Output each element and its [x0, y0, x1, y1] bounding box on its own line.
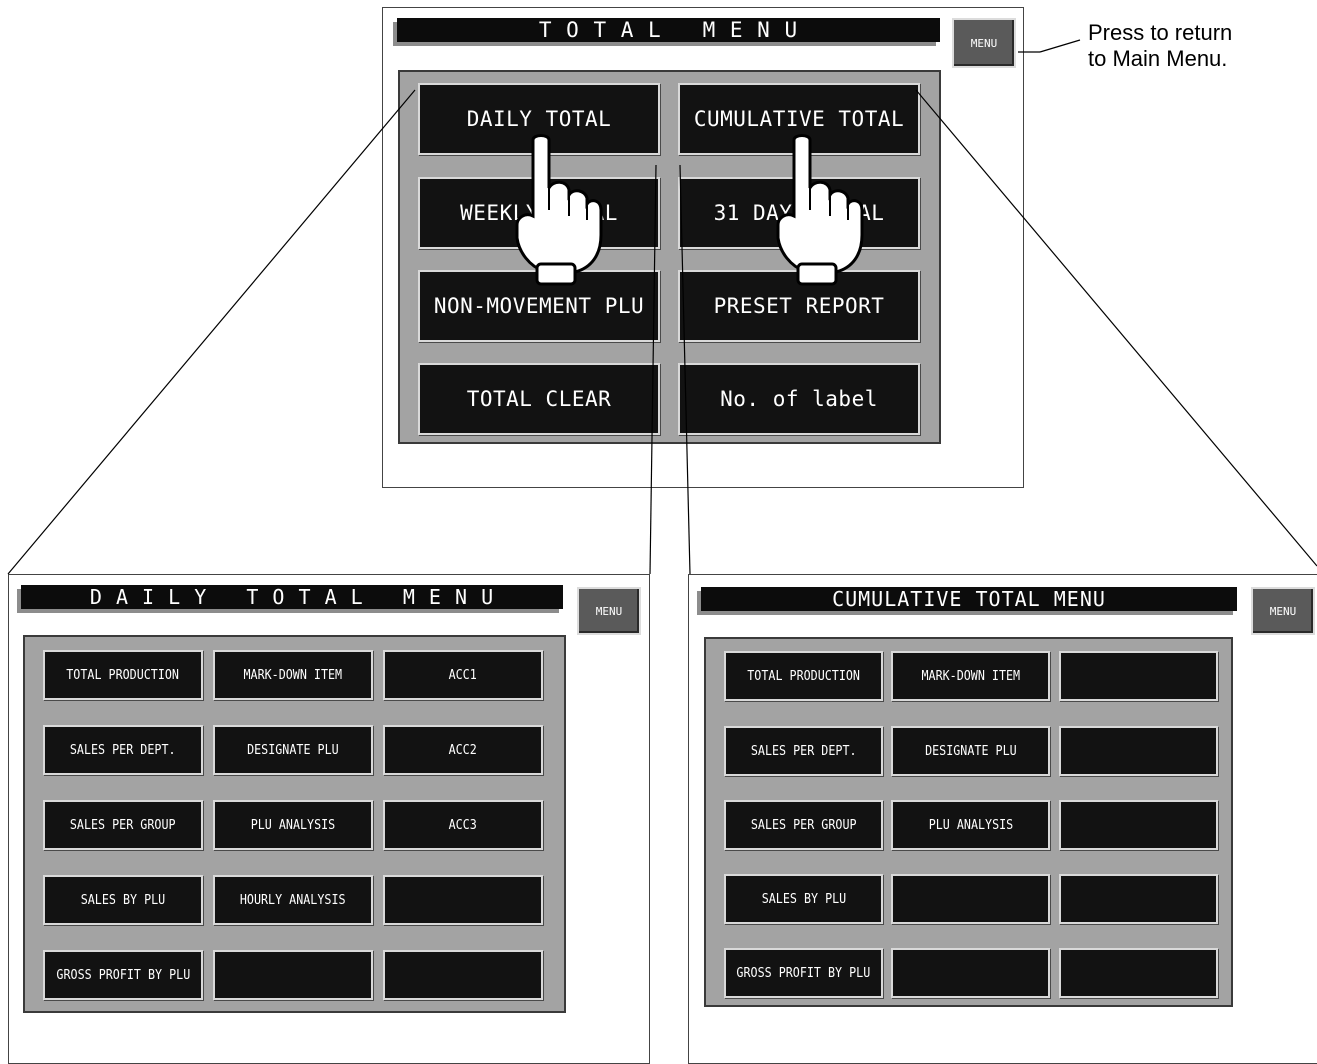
- pointing-hand-icon: [776, 134, 864, 286]
- connector-lines: [7, 39, 1317, 575]
- connector-overlay: [7, 39, 1317, 575]
- pointing-hand-icon: [515, 134, 603, 286]
